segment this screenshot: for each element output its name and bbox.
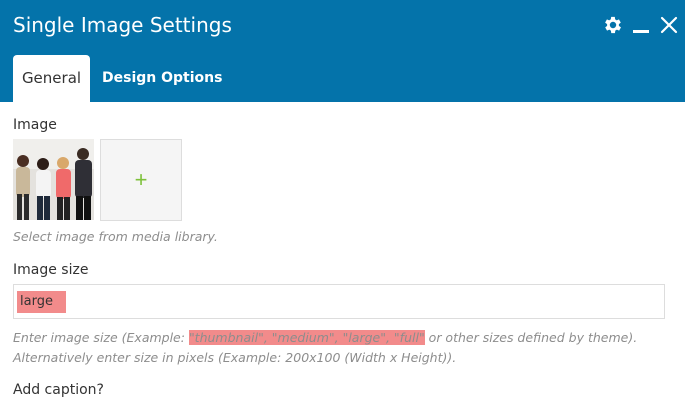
image-size-input[interactable]: large [13, 284, 665, 319]
modal-header: Single Image Settings General Design Opt… [0, 0, 685, 102]
help-text-suffix: or other sizes defined by theme). [424, 330, 638, 345]
add-image-button[interactable]: + [100, 139, 182, 221]
image-size-help: Enter image size (Example: "thumbnail", … [13, 330, 637, 345]
image-help-text: Select image from media library. [13, 229, 218, 244]
selected-image-thumbnail[interactable] [13, 139, 94, 220]
gear-icon[interactable] [602, 14, 624, 36]
plus-icon: + [134, 167, 148, 192]
caption-label: Add caption? [13, 382, 104, 398]
minimize-icon[interactable] [633, 30, 649, 33]
image-label: Image [13, 117, 57, 133]
modal-title: Single Image Settings [13, 13, 232, 37]
image-size-help-line2: Alternatively enter size in pixels (Exam… [13, 350, 457, 365]
help-text-highlight: "thumbnail", "medium", "large", "full" [188, 330, 425, 345]
tab-general[interactable]: General [13, 55, 90, 102]
image-size-label: Image size [13, 262, 89, 278]
close-icon[interactable] [660, 16, 678, 34]
people-photo [13, 139, 94, 220]
help-text-prefix: Enter image size (Example: [13, 330, 189, 345]
image-size-value: large [17, 291, 66, 313]
tab-design-options[interactable]: Design Options [102, 55, 222, 102]
